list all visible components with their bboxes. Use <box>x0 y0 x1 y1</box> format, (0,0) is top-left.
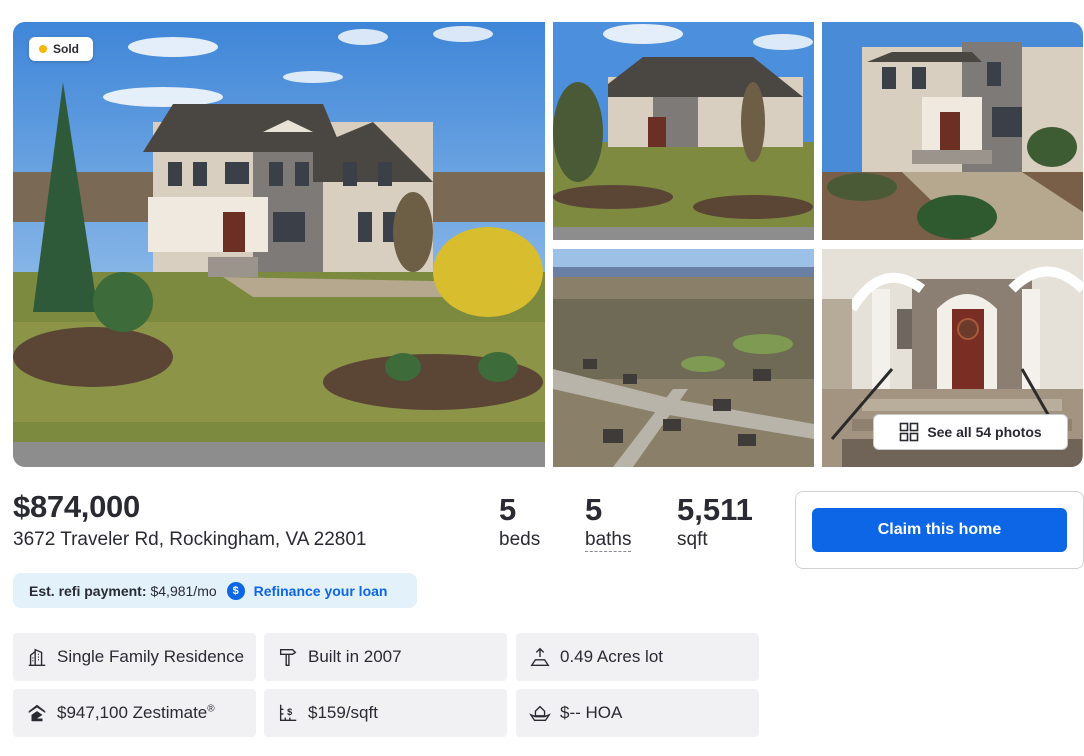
listing-price: $874,000 <box>13 489 140 524</box>
fact-lot-size: 0.49 Acres lot <box>516 633 759 681</box>
listing-address: 3672 Traveler Rd, Rockingham, VA 22801 <box>13 529 367 550</box>
status-label: Sold <box>53 42 79 56</box>
claim-home-button[interactable]: Claim this home <box>812 508 1067 552</box>
svg-text:$: $ <box>287 707 292 717</box>
main-photo[interactable] <box>13 22 545 467</box>
baths-value: 5 <box>585 492 603 527</box>
fact-zestimate-text: $947,100 Zestimate® <box>57 703 215 722</box>
refi-banner: Est. refi payment: $4,981/mo $ Refinance… <box>13 573 417 608</box>
sqft-value: 5,511 <box>677 492 753 527</box>
sqft-label: sqft <box>677 529 708 550</box>
zillow-logo-icon <box>28 704 46 722</box>
fact-price-per-sqft: $ $159/sqft <box>264 689 507 737</box>
photo-front-entry[interactable] <box>822 22 1083 240</box>
see-all-photos-button[interactable]: See all 54 photos <box>873 414 1068 450</box>
photo-gallery: Sold See all 54 photos <box>13 22 1084 467</box>
lot-size-icon <box>530 647 550 666</box>
fact-hoa: $-- HOA <box>516 689 759 737</box>
see-all-photos-label: See all 54 photos <box>927 424 1042 440</box>
fact-hoa-text: $-- HOA <box>560 703 623 722</box>
fact-year-built-text: Built in 2007 <box>308 647 402 666</box>
dollar-icon: $ <box>226 581 245 600</box>
refi-label: Est. refi payment: <box>29 582 147 599</box>
claim-home-card: Claim this home <box>795 491 1084 569</box>
baths-label[interactable]: baths <box>585 529 632 552</box>
beds-value: 5 <box>499 492 517 527</box>
building-icon <box>28 648 46 666</box>
hammer-icon <box>279 648 297 666</box>
registered-mark: ® <box>207 703 215 715</box>
fact-year-built: Built in 2007 <box>264 633 507 681</box>
beds-label: beds <box>499 529 541 550</box>
hoa-hands-icon <box>529 705 551 722</box>
grid-icon <box>900 422 919 442</box>
photo-aerial[interactable] <box>553 249 814 467</box>
stat-beds: 5 beds <box>499 492 540 552</box>
status-badge: Sold <box>29 37 93 61</box>
refi-amount: $4,981/mo <box>150 582 217 599</box>
price-per-sqft-icon: $ <box>279 704 297 722</box>
fact-home-type-text: Single Family Residence <box>57 647 245 666</box>
refinance-link[interactable]: Refinance your loan <box>254 583 388 599</box>
fact-zestimate: $947,100 Zestimate® <box>13 689 256 737</box>
fact-home-type: Single Family Residence <box>13 633 256 681</box>
stat-baths: 5 baths <box>585 492 632 552</box>
stat-sqft: 5,511 sqft <box>677 492 753 552</box>
status-dot <box>39 45 47 53</box>
photo-front-angle[interactable] <box>553 22 814 240</box>
fact-price-per-sqft-text: $159/sqft <box>308 703 378 722</box>
fact-lot-size-text: 0.49 Acres lot <box>560 647 664 666</box>
